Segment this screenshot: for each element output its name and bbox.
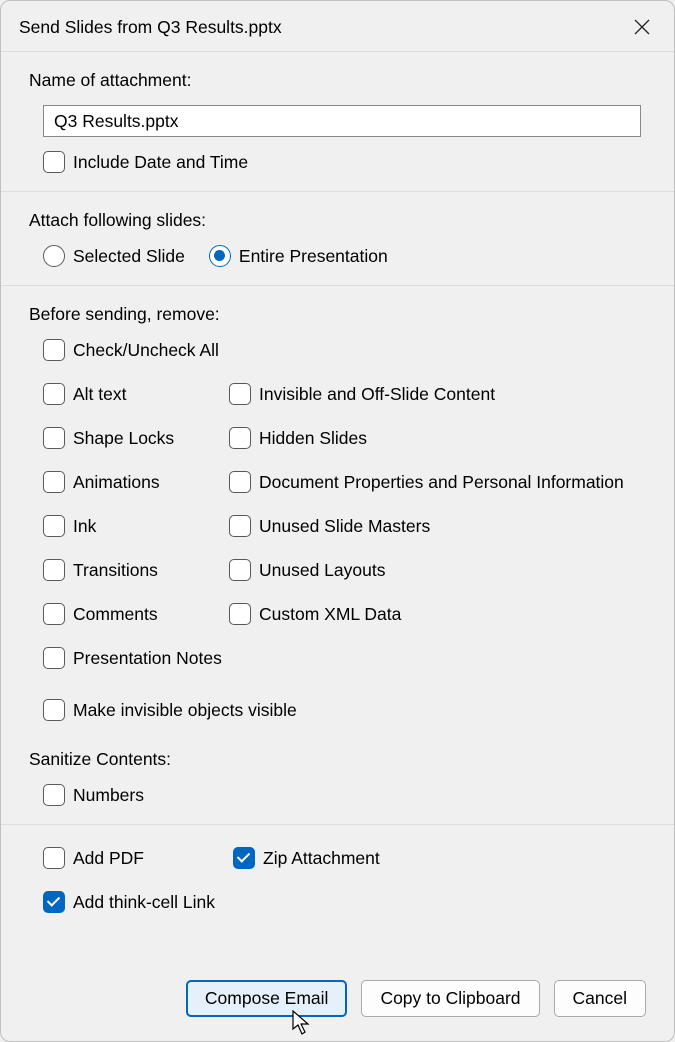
selected-slide-label[interactable]: Selected Slide — [73, 246, 185, 267]
alt-text-label[interactable]: Alt text — [73, 384, 127, 405]
entire-presentation-label[interactable]: Entire Presentation — [239, 246, 388, 267]
sanitize-section: Sanitize Contents: Numbers — [1, 743, 674, 824]
custom-xml-checkbox[interactable] — [229, 603, 251, 625]
scope-section: Attach following slides: Selected Slide … — [1, 191, 674, 285]
presentation-notes-checkbox[interactable] — [43, 647, 65, 669]
compose-email-button[interactable]: Compose Email — [186, 980, 348, 1017]
comments-label[interactable]: Comments — [73, 604, 158, 625]
ink-checkbox[interactable] — [43, 515, 65, 537]
sanitize-label: Sanitize Contents: — [29, 749, 646, 770]
selected-slide-radio[interactable] — [43, 245, 65, 267]
shape-locks-label[interactable]: Shape Locks — [73, 428, 174, 449]
send-slides-dialog: Send Slides from Q3 Results.pptx Name of… — [0, 0, 675, 1042]
include-date-label[interactable]: Include Date and Time — [73, 152, 248, 173]
numbers-label[interactable]: Numbers — [73, 785, 144, 806]
scope-radio-group: Selected Slide Entire Presentation — [43, 245, 388, 267]
include-date-checkbox[interactable] — [43, 151, 65, 173]
unused-masters-label[interactable]: Unused Slide Masters — [259, 516, 430, 537]
output-section: Add PDF Add think-cell Link Zip Attachme… — [1, 824, 674, 935]
include-date-row: Include Date and Time — [43, 151, 646, 173]
invisible-content-label[interactable]: Invisible and Off-Slide Content — [259, 384, 495, 405]
presentation-notes-label[interactable]: Presentation Notes — [73, 648, 222, 669]
titlebar: Send Slides from Q3 Results.pptx — [1, 1, 674, 51]
close-icon — [634, 19, 650, 35]
make-visible-checkbox[interactable] — [43, 699, 65, 721]
check-all-checkbox[interactable] — [43, 339, 65, 361]
hidden-slides-label[interactable]: Hidden Slides — [259, 428, 367, 449]
animations-label[interactable]: Animations — [73, 472, 160, 493]
comments-checkbox[interactable] — [43, 603, 65, 625]
transitions-label[interactable]: Transitions — [73, 560, 158, 581]
numbers-checkbox[interactable] — [43, 784, 65, 806]
unused-layouts-label[interactable]: Unused Layouts — [259, 560, 385, 581]
remove-section: Before sending, remove: Check/Uncheck Al… — [1, 285, 674, 743]
custom-xml-label[interactable]: Custom XML Data — [259, 604, 401, 625]
unused-masters-checkbox[interactable] — [229, 515, 251, 537]
zip-checkbox[interactable] — [233, 847, 255, 869]
invisible-content-checkbox[interactable] — [229, 383, 251, 405]
cancel-button[interactable]: Cancel — [554, 980, 646, 1017]
close-button[interactable] — [628, 13, 656, 41]
shape-locks-checkbox[interactable] — [43, 427, 65, 449]
doc-properties-checkbox[interactable] — [229, 471, 251, 493]
attachment-label: Name of attachment: — [29, 70, 646, 91]
transitions-checkbox[interactable] — [43, 559, 65, 581]
animations-checkbox[interactable] — [43, 471, 65, 493]
attachment-section: Name of attachment: Include Date and Tim… — [1, 51, 674, 191]
doc-properties-label[interactable]: Document Properties and Personal Informa… — [259, 472, 624, 493]
ink-label[interactable]: Ink — [73, 516, 96, 537]
attachment-name-input[interactable] — [43, 105, 641, 137]
add-link-checkbox[interactable] — [43, 891, 65, 913]
add-pdf-label[interactable]: Add PDF — [73, 848, 144, 869]
copy-clipboard-button[interactable]: Copy to Clipboard — [361, 980, 539, 1017]
hidden-slides-checkbox[interactable] — [229, 427, 251, 449]
dialog-title: Send Slides from Q3 Results.pptx — [19, 17, 282, 38]
remove-label: Before sending, remove: — [29, 304, 646, 325]
check-all-label[interactable]: Check/Uncheck All — [73, 340, 219, 361]
add-pdf-checkbox[interactable] — [43, 847, 65, 869]
entire-presentation-radio[interactable] — [209, 245, 231, 267]
alt-text-checkbox[interactable] — [43, 383, 65, 405]
button-bar: Compose Email Copy to Clipboard Cancel — [1, 974, 674, 1041]
make-visible-label[interactable]: Make invisible objects visible — [73, 700, 297, 721]
add-link-label[interactable]: Add think-cell Link — [73, 892, 215, 913]
scope-label: Attach following slides: — [29, 210, 646, 231]
unused-layouts-checkbox[interactable] — [229, 559, 251, 581]
zip-label[interactable]: Zip Attachment — [263, 848, 380, 869]
